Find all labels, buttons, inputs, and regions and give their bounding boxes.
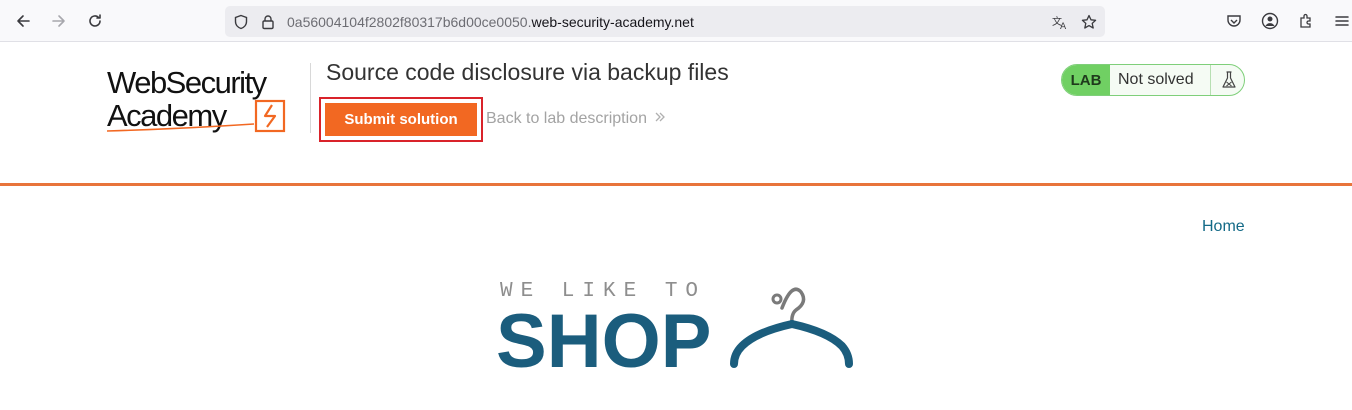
home-link[interactable]: Home [1202,218,1245,236]
extensions-icon[interactable] [1294,9,1318,33]
bookmark-star-icon[interactable] [1077,10,1101,34]
lab-status-tag: LAB [1062,65,1110,95]
submit-solution-button[interactable]: Submit solution [325,103,477,136]
reload-icon[interactable] [83,9,107,33]
shop-word: SHOP [496,299,711,376]
flask-icon [1210,65,1244,95]
svg-text:A: A [1060,22,1067,30]
header-divider [310,63,311,133]
lab-status-widget: LAB Not solved [1061,64,1245,96]
double-chevron-right-icon [654,110,666,128]
lab-status-text: Not solved [1118,71,1194,88]
header-orange-rule [0,183,1352,186]
address-bar[interactable]: 0a56004104f2802f80317b6d00ce0050.web-sec… [225,6,1105,37]
back-to-lab-description-link[interactable]: Back to lab description [486,110,666,128]
lock-icon[interactable] [256,10,280,34]
back-arrow-icon[interactable] [11,9,35,33]
url-subdomain: 0a56004104f2802f80317b6d00ce0050. [287,14,532,30]
url-domain: web-security-academy.net [531,14,694,30]
back-link-label: Back to lab description [486,110,647,127]
shield-icon[interactable] [229,10,253,34]
shop-logo: WE LIKE TO SHOP [496,276,856,384]
translate-icon[interactable]: 文A [1049,10,1073,34]
hanger-icon [730,287,853,368]
lab-title: Source code disclosure via backup files [326,59,729,85]
browser-toolbar: 0a56004104f2802f80317b6d00ce0050.web-sec… [0,0,1352,42]
pocket-icon[interactable] [1222,9,1246,33]
forward-arrow-icon[interactable] [47,9,71,33]
web-security-academy-logo[interactable]: WebSecurity Academy [106,63,307,135]
logo-line-2: Academy [107,98,228,133]
url-text[interactable]: 0a56004104f2802f80317b6d00ce0050.web-sec… [287,14,694,30]
menu-icon[interactable] [1330,9,1352,33]
account-icon[interactable] [1258,9,1282,33]
logo-bolt-icon [263,104,277,128]
logo-line-1: WebSecurity [107,65,268,100]
